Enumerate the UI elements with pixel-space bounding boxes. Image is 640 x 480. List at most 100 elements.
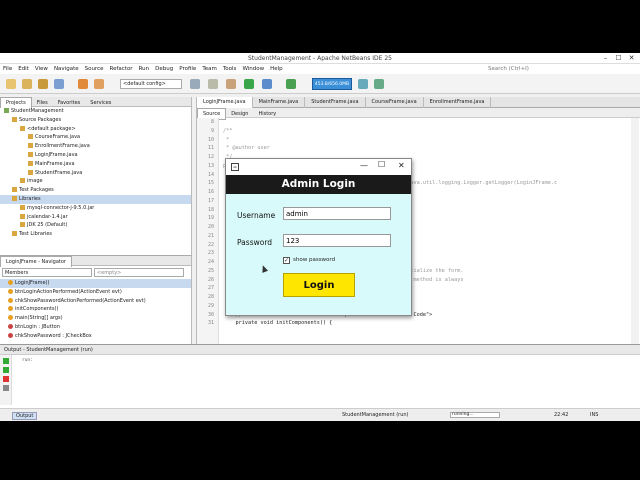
editor-scrollbar[interactable]	[631, 118, 639, 344]
line-number: 23	[207, 250, 214, 257]
profiler-icon[interactable]	[374, 79, 384, 89]
navigator-item-label: chkShowPassword : JCheckBox	[15, 332, 92, 339]
dialog-maximize-icon[interactable]: ☐	[378, 160, 385, 169]
menu-navigate[interactable]: Navigate	[51, 64, 82, 74]
debug-icon[interactable]	[262, 79, 272, 89]
editor-tab[interactable]: EnrollmentFrame.java	[424, 97, 492, 108]
memory-indicator[interactable]: 453.8/656.0MB	[312, 78, 352, 90]
tree-node-icon	[20, 213, 25, 219]
member-icon	[8, 306, 13, 312]
menu-profile[interactable]: Profile	[176, 64, 199, 74]
build-icon[interactable]	[190, 79, 200, 89]
config-select[interactable]: <default config>	[120, 79, 182, 89]
rerun-icon[interactable]	[3, 358, 9, 364]
menu-help[interactable]: Help	[267, 64, 286, 74]
tree-item-label: MainFrame.java	[35, 160, 75, 167]
member-icon	[8, 315, 13, 321]
tree-item[interactable]: Libraries	[0, 194, 191, 204]
stop-icon[interactable]	[3, 376, 9, 382]
tree-item[interactable]: image	[0, 177, 191, 186]
tree-item[interactable]: StudentFrame.java	[0, 169, 191, 178]
tree-node-icon	[20, 222, 25, 228]
tree-node-icon	[28, 143, 33, 149]
close-icon[interactable]: ✕	[627, 54, 636, 62]
new-project-icon[interactable]	[6, 79, 16, 89]
password-input[interactable]	[283, 234, 391, 247]
toolbar: <default config> 453.8/656.0MB	[0, 74, 640, 94]
navigator-item[interactable]: initComponents()	[0, 305, 191, 314]
tree-item-label: image	[27, 178, 43, 185]
navigator-title: LoginJFrame - Navigator	[0, 256, 72, 267]
navigator-item-label: btnLoginActionPerformed(ActionEvent evt)	[15, 288, 122, 295]
open-project-icon[interactable]	[22, 79, 32, 89]
clean-build-icon[interactable]	[208, 79, 218, 89]
tree-item[interactable]: CourseFrame.java	[0, 133, 191, 142]
editor-tab[interactable]: CourseFrame.java	[366, 97, 424, 108]
minimize-icon[interactable]: –	[601, 54, 610, 62]
tree-item[interactable]: Test Libraries	[0, 230, 191, 239]
navigator-item[interactable]: LoginJFrame()	[0, 279, 191, 288]
show-password-checkbox[interactable]: ✓	[283, 257, 290, 264]
menu-window[interactable]: Window	[239, 64, 267, 74]
tree-item[interactable]: LoginJFrame.java	[0, 151, 191, 160]
maximize-icon[interactable]: ☐	[614, 54, 623, 62]
navigator-filter-2[interactable]: <empty>	[93, 268, 184, 277]
search-input[interactable]: Search (Ctrl+I)	[480, 64, 630, 74]
tree-item[interactable]: JDK 25 (Default)	[0, 221, 191, 230]
menu-team[interactable]: Team	[199, 64, 220, 74]
redo-icon[interactable]	[94, 79, 104, 89]
output-tab[interactable]: Output	[12, 412, 38, 420]
menu-edit[interactable]: Edit	[15, 64, 32, 74]
menu-debug[interactable]: Debug	[152, 64, 176, 74]
editor-tab[interactable]: StudentFrame.java	[305, 97, 366, 108]
tab-services[interactable]: Services	[85, 98, 116, 108]
tree-item[interactable]: mysql-connector-j-9.5.0.jar	[0, 204, 191, 213]
settings-icon[interactable]	[3, 385, 9, 391]
test-icon[interactable]	[226, 79, 236, 89]
tree-item[interactable]: <default package>	[0, 125, 191, 134]
save-icon[interactable]	[54, 79, 64, 89]
status-task: StudentManagement (run)	[342, 412, 409, 418]
username-input[interactable]	[283, 207, 391, 220]
tree-item[interactable]: EnrollmentFrame.java	[0, 142, 191, 151]
navigator-item[interactable]: btnLoginActionPerformed(ActionEvent evt)	[0, 288, 191, 297]
rerun-icon-2[interactable]	[3, 367, 9, 373]
navigator-tree: LoginJFrame() btnLoginActionPerformed(Act…	[0, 279, 191, 341]
menu-tools[interactable]: Tools	[220, 64, 240, 74]
editor-tab[interactable]: MainFrame.java	[253, 97, 306, 108]
line-number: 15	[207, 180, 214, 187]
code-line: * @author user	[223, 145, 270, 152]
menu-view[interactable]: View	[32, 64, 51, 74]
member-icon	[8, 297, 13, 303]
navigator-filter-select[interactable]: Members	[2, 268, 92, 277]
menu-source[interactable]: Source	[82, 64, 107, 74]
menu-file[interactable]: File	[0, 64, 15, 74]
tree-item[interactable]: StudentManagement	[0, 107, 191, 116]
navigator-item[interactable]: main(String[] args)	[0, 314, 191, 323]
tree-item[interactable]: jcalendar-1.4.jar	[0, 213, 191, 222]
navigator-item[interactable]: chkShowPasswordActionPerformed(ActionEve…	[0, 297, 191, 306]
profile-icon[interactable]	[286, 79, 296, 89]
tree-item[interactable]: MainFrame.java	[0, 160, 191, 169]
login-button[interactable]: Login	[283, 273, 355, 297]
member-icon	[8, 280, 13, 285]
line-number: 31	[207, 320, 214, 327]
run-icon[interactable]	[244, 79, 254, 89]
tree-item[interactable]: Source Packages	[0, 116, 191, 125]
navigator-item[interactable]: btnLogin : JButton	[0, 323, 191, 332]
dialog-minimize-icon[interactable]: —	[360, 161, 368, 170]
gc-icon[interactable]	[358, 79, 368, 89]
dialog-close-icon[interactable]: ✕	[398, 161, 405, 170]
projects-tabs: Projects Files Favorites Services	[0, 97, 191, 108]
undo-icon[interactable]	[78, 79, 88, 89]
menu-refactor[interactable]: Refactor	[107, 64, 136, 74]
tree-node-icon	[12, 187, 17, 193]
tree-node-icon	[12, 195, 17, 201]
tree-item[interactable]: Test Packages	[0, 186, 191, 195]
tree-item-label: StudentFrame.java	[35, 169, 83, 176]
editor-tab[interactable]: LoginJFrame.java	[197, 97, 253, 108]
menu-run[interactable]: Run	[136, 64, 153, 74]
project-tree: StudentManagement Source Packages <default…	[0, 107, 191, 239]
navigator-item[interactable]: chkShowPassword : JCheckBox	[0, 332, 191, 341]
open-file-icon[interactable]	[38, 79, 48, 89]
